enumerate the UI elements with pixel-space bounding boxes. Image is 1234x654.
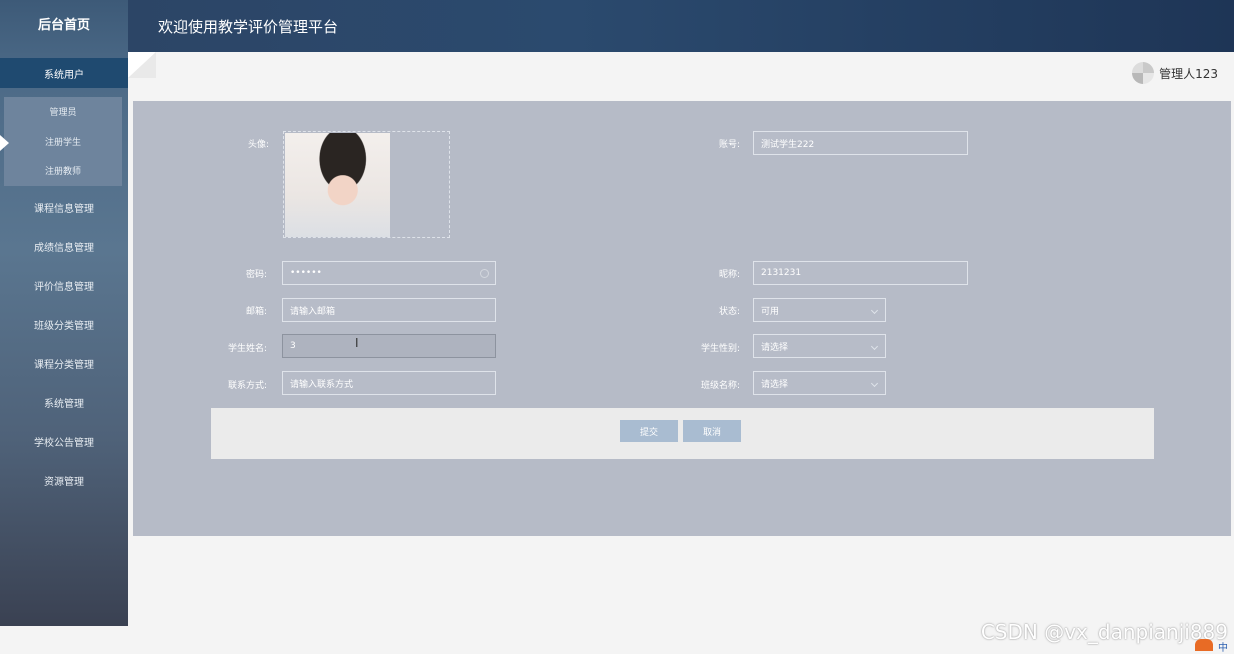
nickname-label: 昵称: xyxy=(718,270,740,280)
sidebar-item-system[interactable]: 系统管理 xyxy=(0,383,128,422)
gender-value: 请选择 xyxy=(761,342,789,353)
account-input[interactable]: 测试学生222 xyxy=(753,131,968,155)
ime-logo-icon xyxy=(1195,639,1213,651)
password-label: 密码: xyxy=(245,270,267,280)
system-tray: 中 xyxy=(1195,639,1228,654)
sidebar-item-grade-info[interactable]: 成绩信息管理 xyxy=(0,227,128,266)
contact-label: 联系方式: xyxy=(227,381,267,391)
chevron-down-icon xyxy=(870,379,879,388)
status-value: 可用 xyxy=(761,306,780,317)
sidebar: 后台首页 系统用户 管理员 注册学生 注册教师 课程信息管理 成绩信息管理 评价… xyxy=(0,0,128,626)
user-avatar-icon xyxy=(1132,62,1155,84)
student-name-value: 3 xyxy=(290,341,296,351)
chevron-down-icon xyxy=(870,306,879,315)
text-cursor-icon: I xyxy=(355,336,359,350)
edit-form: 头像: 账号: 测试学生222 密码: •••••• 昵称: 2131231 邮… xyxy=(133,101,1231,536)
email-placeholder: 请输入邮箱 xyxy=(290,306,336,317)
sidebar-subitem-students[interactable]: 注册学生 xyxy=(4,127,122,157)
sidebar-item-resources[interactable]: 资源管理 xyxy=(0,461,128,500)
email-input[interactable]: 请输入邮箱 xyxy=(282,298,496,322)
account-label: 账号: xyxy=(718,140,740,150)
student-name-input[interactable]: 3 xyxy=(282,334,496,358)
account-value: 测试学生222 xyxy=(761,139,815,150)
user-name: 管理人123 xyxy=(1159,66,1218,81)
avatar-image xyxy=(285,133,390,237)
student-name-label: 学生姓名: xyxy=(227,344,267,354)
sidebar-subitem-admin[interactable]: 管理员 xyxy=(4,97,122,127)
password-value: •••••• xyxy=(290,268,322,278)
collapse-toggle-icon[interactable] xyxy=(128,52,156,78)
status-label: 状态: xyxy=(718,307,740,317)
active-arrow-icon xyxy=(0,135,9,151)
email-label: 邮箱: xyxy=(245,307,267,317)
sidebar-item-announcements[interactable]: 学校公告管理 xyxy=(0,422,128,461)
avatar-label: 头像: xyxy=(247,140,269,150)
status-select[interactable]: 可用 xyxy=(753,298,886,322)
sidebar-menu: 课程信息管理 成绩信息管理 评价信息管理 班级分类管理 课程分类管理 系统管理 … xyxy=(0,188,128,500)
avatar-upload[interactable] xyxy=(283,131,450,238)
gender-label: 学生性别: xyxy=(700,344,740,354)
sidebar-item-evaluation-info[interactable]: 评价信息管理 xyxy=(0,266,128,305)
class-value: 请选择 xyxy=(761,379,789,390)
eye-icon[interactable] xyxy=(480,269,489,278)
sidebar-subitem-teachers[interactable]: 注册教师 xyxy=(4,156,122,186)
sidebar-home[interactable]: 后台首页 xyxy=(0,0,128,46)
nickname-value: 2131231 xyxy=(761,268,802,278)
page-title: 欢迎使用教学评价管理平台 xyxy=(158,17,339,36)
sidebar-item-class-category[interactable]: 班级分类管理 xyxy=(0,305,128,344)
user-info[interactable]: 管理人123 xyxy=(1132,62,1218,84)
password-input[interactable]: •••••• xyxy=(282,261,496,285)
top-header: 欢迎使用教学评价管理平台 xyxy=(128,0,1234,52)
class-select[interactable]: 请选择 xyxy=(753,371,886,395)
cancel-button[interactable]: 取消 xyxy=(683,420,741,442)
submit-button[interactable]: 提交 xyxy=(620,420,678,442)
contact-input[interactable]: 请输入联系方式 xyxy=(282,371,496,395)
class-label: 班级名称: xyxy=(700,381,740,391)
sidebar-submenu: 管理员 注册学生 注册教师 xyxy=(4,97,122,186)
watermark-text: CSDN @vx_danpianji889 xyxy=(980,620,1228,644)
ime-language[interactable]: 中 xyxy=(1218,639,1228,654)
contact-placeholder: 请输入联系方式 xyxy=(290,379,354,390)
sidebar-item-course-info[interactable]: 课程信息管理 xyxy=(0,188,128,227)
chevron-down-icon xyxy=(870,342,879,351)
form-actions: 提交 取消 xyxy=(211,408,1154,459)
sidebar-item-system-users[interactable]: 系统用户 xyxy=(0,58,128,88)
sidebar-item-course-category[interactable]: 课程分类管理 xyxy=(0,344,128,383)
gender-select[interactable]: 请选择 xyxy=(753,334,886,358)
nickname-input[interactable]: 2131231 xyxy=(753,261,968,285)
